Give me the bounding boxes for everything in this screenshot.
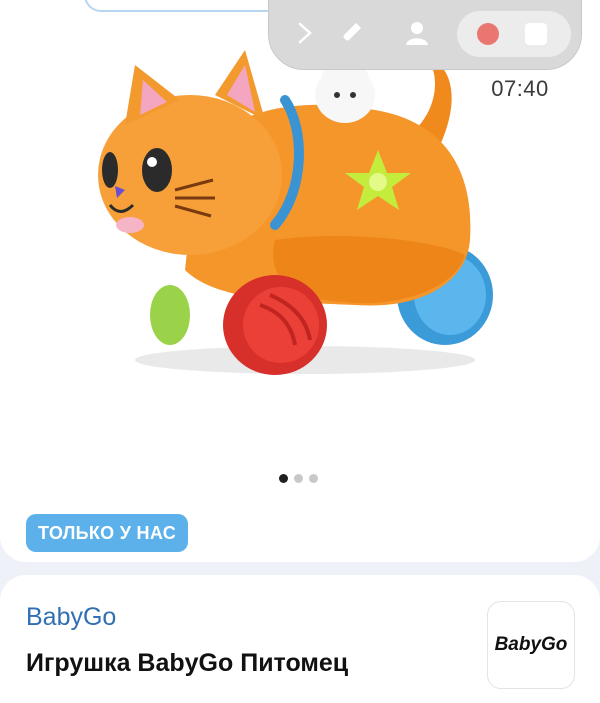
- screen-recording-toolbar: [268, 0, 582, 70]
- user-icon[interactable]: [397, 13, 437, 53]
- gallery-pagination[interactable]: [279, 474, 318, 483]
- stop-icon[interactable]: [525, 23, 547, 45]
- chevron-right-icon[interactable]: [285, 13, 325, 53]
- product-image[interactable]: [95, 40, 505, 390]
- pen-icon[interactable]: [331, 13, 371, 53]
- product-title: Игрушка BabyGo Питомец: [26, 649, 349, 677]
- record-controls: [457, 11, 571, 57]
- brand-logo-text: BabyGo: [494, 634, 568, 655]
- page-dot[interactable]: [294, 474, 303, 483]
- page-dot-active[interactable]: [279, 474, 288, 483]
- record-icon[interactable]: [477, 23, 499, 45]
- page-dot[interactable]: [309, 474, 318, 483]
- product-info-card: BabyGo Игрушка BabyGo Питомец BabyGo: [0, 575, 600, 703]
- brand-logo[interactable]: BabyGo: [487, 601, 575, 689]
- recording-timer: 07:40: [491, 76, 549, 101]
- brand-link[interactable]: BabyGo: [26, 603, 116, 632]
- exclusive-badge: ТОЛЬКО У НАС: [26, 514, 189, 552]
